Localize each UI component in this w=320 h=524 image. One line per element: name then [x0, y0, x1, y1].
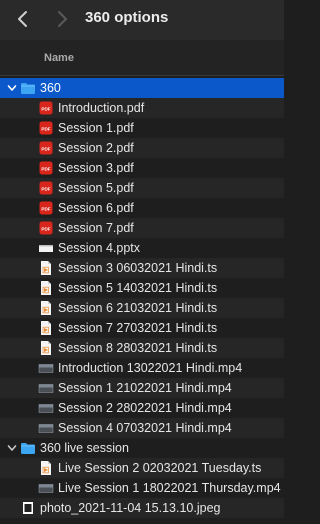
pdf-icon: PDF	[38, 180, 54, 196]
file-row[interactable]: photo_2021-11-04 15.13.10.jpeg	[0, 498, 284, 518]
file-row-label: Session 5.pdf	[58, 181, 134, 195]
file-row[interactable]: Session 5 14032021 Hindi.ts	[0, 278, 284, 298]
file-row-label: Live Session 1 18022021 Thursday.mp4	[58, 481, 281, 495]
pdf-icon: PDF	[38, 120, 54, 136]
file-row[interactable]: 360 live session	[0, 438, 284, 458]
pdf-icon: PDF	[38, 200, 54, 216]
file-row[interactable]: Introduction 13022021 Hindi.mp4	[0, 358, 284, 378]
file-row-label: Session 8 28032021 Hindi.ts	[58, 341, 218, 355]
file-row-label: Session 1 21022021 Hindi.mp4	[58, 381, 232, 395]
chevron-right-icon	[58, 11, 67, 27]
file-row[interactable]: PDF Session 2.pdf	[0, 138, 284, 158]
svg-text:PDF: PDF	[41, 107, 50, 112]
file-row-label: Session 5 14032021 Hindi.ts	[58, 281, 218, 295]
pdf-icon: PDF	[38, 220, 54, 236]
file-row[interactable]: Session 4.pptx	[0, 238, 284, 258]
svg-text:PDF: PDF	[41, 167, 50, 172]
file-row-label: Session 2 28022021 Hindi.mp4	[58, 401, 232, 415]
file-row-label: Introduction.pdf	[58, 101, 145, 115]
file-row-label: Session 3.pdf	[58, 161, 134, 175]
pdf-icon: PDF	[38, 140, 54, 156]
window-toolbar: 360 options	[0, 0, 284, 40]
file-row[interactable]: Session 3 06032021 Hindi.ts	[0, 258, 284, 278]
file-row[interactable]: Session 1 21022021 Hindi.mp4	[0, 378, 284, 398]
video-thumbnail-icon	[38, 400, 54, 416]
file-row-label: Session 4 07032021 Hindi.mp4	[58, 421, 232, 435]
file-row-label: Session 3 06032021 Hindi.ts	[58, 261, 218, 275]
file-row[interactable]: Live Session 2 02032021 Tuesday.ts	[0, 458, 284, 478]
pdf-icon: PDF	[38, 100, 54, 116]
file-row-label: Session 4.pptx	[58, 241, 140, 255]
ts-file-icon	[38, 260, 54, 276]
svg-text:PDF: PDF	[41, 207, 50, 212]
folder-icon	[20, 440, 36, 456]
image-file-icon	[20, 500, 36, 516]
file-row-label: 360 live session	[40, 441, 129, 455]
ts-file-icon	[38, 340, 54, 356]
file-row-label: Session 6.pdf	[58, 201, 134, 215]
file-row[interactable]: PDF Session 3.pdf	[0, 158, 284, 178]
file-row-label: Session 1.pdf	[58, 121, 134, 135]
back-button[interactable]	[13, 8, 35, 30]
file-row[interactable]: Live Session 1 18022021 Thursday.mp4	[0, 478, 284, 498]
ts-file-icon	[38, 460, 54, 476]
file-row-label: photo_2021-11-04 15.13.10.jpeg	[40, 501, 221, 515]
file-row[interactable]: PDF Session 6.pdf	[0, 198, 284, 218]
column-header-label: Name	[44, 52, 74, 64]
column-header-name[interactable]: Name	[0, 40, 284, 76]
pptx-icon	[38, 240, 54, 256]
svg-text:PDF: PDF	[41, 147, 50, 152]
video-thumbnail-icon	[38, 420, 54, 436]
file-row-label: Session 6 21032021 Hindi.ts	[58, 301, 218, 315]
chevron-left-icon	[18, 11, 27, 27]
forward-button[interactable]	[50, 8, 72, 30]
video-thumbnail-icon	[38, 480, 54, 496]
svg-text:PDF: PDF	[41, 127, 50, 132]
file-row[interactable]: PDF Session 5.pdf	[0, 178, 284, 198]
file-row[interactable]: PDF Introduction.pdf	[0, 98, 284, 118]
file-row[interactable]: PDF Session 1.pdf	[0, 118, 284, 138]
file-row[interactable]: Session 4 07032021 Hindi.mp4	[0, 418, 284, 438]
window-title: 360 options	[85, 9, 169, 26]
file-row-label: Introduction 13022021 Hindi.mp4	[58, 361, 243, 375]
video-thumbnail-icon	[38, 360, 54, 376]
ts-file-icon	[38, 300, 54, 316]
svg-text:PDF: PDF	[41, 227, 50, 232]
ts-file-icon	[38, 280, 54, 296]
disclosure-chevron-icon[interactable]	[6, 82, 18, 94]
file-row-label: 360	[40, 81, 61, 95]
file-row[interactable]: Session 8 28032021 Hindi.ts	[0, 338, 284, 358]
folder-icon	[20, 80, 36, 96]
video-thumbnail-icon	[38, 380, 54, 396]
file-row[interactable]: Session 2 28022021 Hindi.mp4	[0, 398, 284, 418]
file-list: 360 PDF Introduction.pdf PDF Session 1.pdf PD…	[0, 78, 284, 518]
disclosure-chevron-icon[interactable]	[6, 442, 18, 454]
ts-file-icon	[38, 320, 54, 336]
file-row-label: Session 7.pdf	[58, 221, 134, 235]
svg-text:PDF: PDF	[41, 187, 50, 192]
pdf-icon: PDF	[38, 160, 54, 176]
file-row-label: Live Session 2 02032021 Tuesday.ts	[58, 461, 262, 475]
file-row[interactable]: PDF Session 7.pdf	[0, 218, 284, 238]
file-row[interactable]: Session 7 27032021 Hindi.ts	[0, 318, 284, 338]
file-row[interactable]: Session 6 21032021 Hindi.ts	[0, 298, 284, 318]
file-row-label: Session 2.pdf	[58, 141, 134, 155]
file-row[interactable]: 360	[0, 78, 284, 98]
file-row-label: Session 7 27032021 Hindi.ts	[58, 321, 218, 335]
